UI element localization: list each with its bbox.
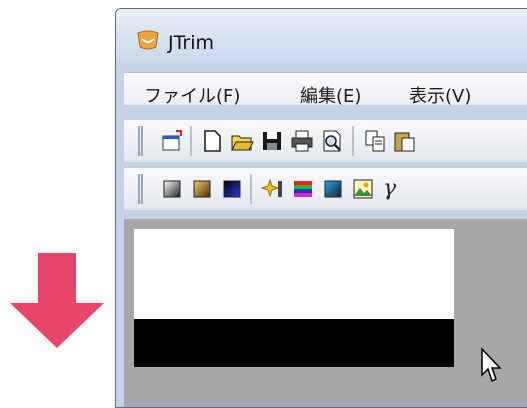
toolbar-grip[interactable]: [138, 174, 143, 204]
image-black-region: [134, 319, 454, 367]
paste-icon[interactable]: [392, 128, 418, 154]
sepia-icon[interactable]: [189, 176, 215, 202]
mouse-cursor-icon: [481, 347, 502, 383]
sparkle-effect-icon[interactable]: [260, 176, 286, 202]
title-bar[interactable]: JTrim: [116, 9, 527, 62]
main-toolbar: [124, 119, 527, 162]
menu-bar: ファイル(F) 編集(E) 表示(V): [124, 72, 527, 108]
blue-gradient-icon[interactable]: [219, 176, 245, 202]
menu-view[interactable]: 表示(V): [409, 82, 471, 108]
image-landscape-icon[interactable]: [350, 176, 376, 202]
menu-file[interactable]: ファイル(F): [144, 82, 240, 108]
copy-icon[interactable]: [362, 128, 388, 154]
image-canvas-area[interactable]: [124, 219, 527, 407]
menu-edit[interactable]: 編集(E): [300, 82, 361, 108]
jtrim-smile-icon: [137, 30, 159, 50]
color-balance-icon[interactable]: [320, 176, 346, 202]
window-title: JTrim: [168, 32, 215, 54]
down-arrow-icon: [10, 253, 104, 348]
effects-toolbar: γ: [124, 167, 527, 210]
new-file-icon[interactable]: [199, 128, 225, 154]
open-window-icon[interactable]: [159, 128, 185, 154]
print-icon[interactable]: [289, 128, 315, 154]
open-folder-icon[interactable]: [229, 128, 255, 154]
grayscale-gradient-icon[interactable]: [159, 176, 185, 202]
jtrim-window: JTrim ファイル(F) 編集(E) 表示(V) γ: [115, 8, 527, 408]
save-icon[interactable]: [259, 128, 285, 154]
image-white-region: [134, 229, 454, 319]
color-bars-icon[interactable]: [290, 176, 316, 202]
print-preview-icon[interactable]: [319, 128, 345, 154]
toolbar-grip[interactable]: [138, 126, 143, 156]
gamma-icon[interactable]: γ: [383, 176, 396, 201]
